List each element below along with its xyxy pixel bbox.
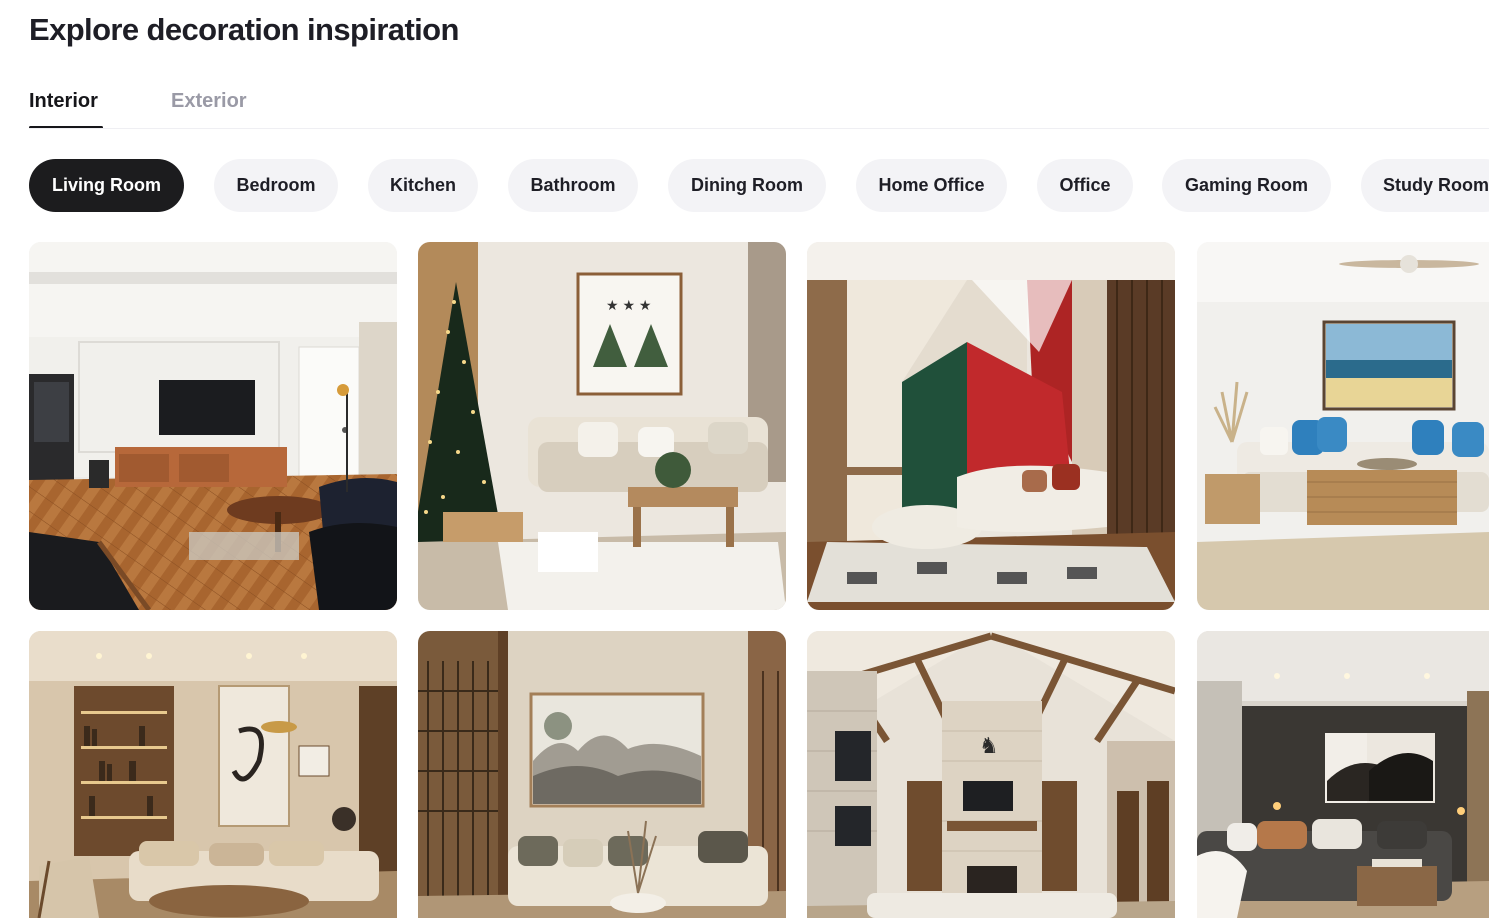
filter-chip-study-room[interactable]: Study Room bbox=[1361, 159, 1489, 212]
room-filter-bar: Living Room Bedroom Kitchen Bathroom Din… bbox=[29, 159, 1489, 212]
filter-chip-office[interactable]: Office bbox=[1037, 159, 1133, 212]
filter-chip-kitchen[interactable]: Kitchen bbox=[368, 159, 478, 212]
filter-chip-gaming-room[interactable]: Gaming Room bbox=[1162, 159, 1331, 212]
svg-text:♞: ♞ bbox=[979, 733, 999, 758]
living-room-photo-warm-bookshelf[interactable] bbox=[29, 631, 397, 918]
living-room-photo-japandi-landscape[interactable] bbox=[418, 631, 786, 918]
living-room-photo-christmas-tree-icon: ★ ★ ★ bbox=[418, 242, 786, 610]
page-title: Explore decoration inspiration bbox=[29, 12, 459, 47]
living-room-photo-coastal-painting[interactable] bbox=[1197, 242, 1489, 610]
living-room-photo-geometric-wall-icon bbox=[807, 242, 1175, 610]
tabs-divider bbox=[29, 128, 1489, 129]
filter-chip-dining-room[interactable]: Dining Room bbox=[668, 159, 826, 212]
living-room-photo-christmas-tree[interactable]: ★ ★ ★ bbox=[418, 242, 786, 610]
inspiration-gallery: ★ ★ ★ ♞ bbox=[0, 0, 1489, 918]
living-room-photo-dark-sectional[interactable] bbox=[1197, 631, 1489, 918]
living-room-photo-vaulted-stone-fireplace-icon: ♞ bbox=[807, 631, 1175, 918]
filter-chip-home-office[interactable]: Home Office bbox=[856, 159, 1007, 212]
filter-chip-living-room[interactable]: Living Room bbox=[29, 159, 184, 212]
living-room-photo-warm-bookshelf-icon bbox=[29, 631, 397, 918]
living-room-photo-coastal-painting-icon bbox=[1197, 242, 1489, 610]
living-room-photo-tv-herringbone[interactable] bbox=[29, 242, 397, 610]
svg-text:★ ★ ★: ★ ★ ★ bbox=[606, 297, 651, 313]
filter-chip-bathroom[interactable]: Bathroom bbox=[508, 159, 638, 212]
living-room-photo-tv-herringbone-icon bbox=[29, 242, 397, 610]
tab-interior[interactable]: Interior bbox=[29, 90, 98, 113]
living-room-photo-dark-sectional-icon bbox=[1197, 631, 1489, 918]
tab-exterior[interactable]: Exterior bbox=[171, 90, 247, 113]
living-room-photo-geometric-wall[interactable] bbox=[807, 242, 1175, 610]
filter-chip-bedroom[interactable]: Bedroom bbox=[214, 159, 338, 212]
living-room-photo-vaulted-stone-fireplace[interactable]: ♞ bbox=[807, 631, 1175, 918]
living-room-photo-japandi-landscape-icon bbox=[418, 631, 786, 918]
